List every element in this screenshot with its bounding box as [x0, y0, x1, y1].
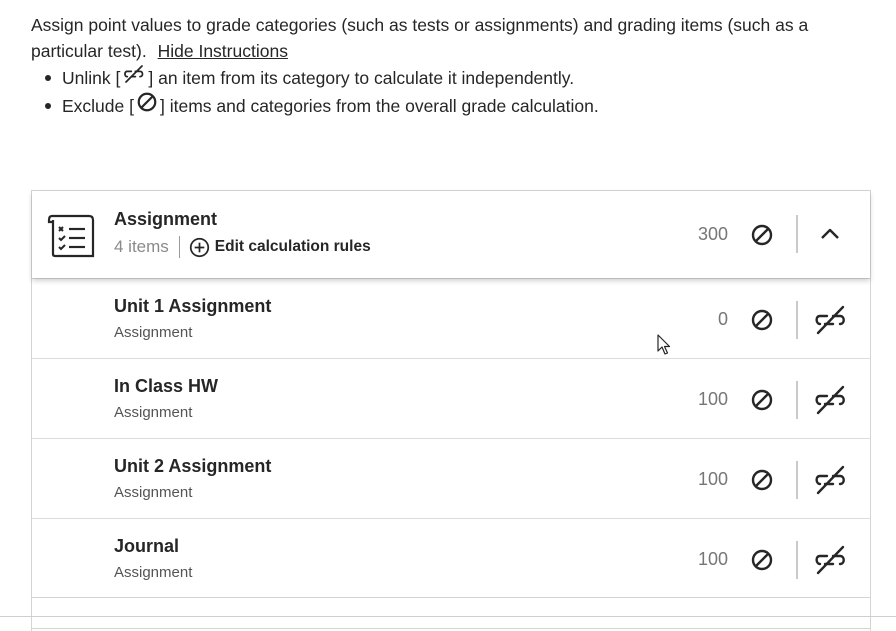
- category-subtitle: 4 items Edit calculation rules: [114, 236, 371, 258]
- category-item-count: 4 items: [114, 237, 169, 256]
- vertical-divider: [796, 381, 798, 419]
- unlink-icon[interactable]: [812, 304, 848, 336]
- page-bottom-border: [0, 616, 896, 617]
- vertical-divider: [796, 301, 798, 339]
- grade-item-type: Assignment: [114, 324, 193, 341]
- unlink-icon[interactable]: [812, 464, 848, 496]
- exclude-icon[interactable]: [750, 468, 774, 492]
- exclude-icon[interactable]: [750, 548, 774, 572]
- divider: [178, 236, 180, 258]
- category-header: Assignment 4 items Edit calculation rule…: [32, 191, 870, 278]
- grade-item-type: Assignment: [114, 564, 193, 581]
- grade-item-points[interactable]: 100: [698, 469, 728, 490]
- grade-item-points[interactable]: 100: [698, 389, 728, 410]
- bullet-unlink: Unlink [ ] an item from its category to …: [31, 64, 599, 92]
- unlink-icon[interactable]: [812, 544, 848, 576]
- bullet-unlink-prefix: Unlink [: [62, 68, 121, 88]
- grade-item-type: Assignment: [114, 404, 193, 421]
- vertical-divider: [796, 461, 798, 499]
- bullet-exclude-suffix: ] items and categories from the overall …: [159, 96, 599, 116]
- edit-calculation-rules-button[interactable]: Edit calculation rules: [189, 237, 371, 258]
- hide-instructions-link[interactable]: Hide Instructions: [158, 41, 288, 61]
- exclude-icon: [136, 91, 158, 121]
- grade-item-title: Unit 1 Assignment: [114, 296, 272, 316]
- instructions-bullets: Unlink [ ] an item from its category to …: [31, 64, 599, 120]
- instructions-body: Assign point values to grade categories …: [31, 15, 809, 61]
- checklist-icon: [47, 210, 97, 265]
- category-points[interactable]: 300: [698, 224, 728, 245]
- bullet-exclude-prefix: Exclude [: [62, 96, 134, 116]
- add-circle-icon: [189, 237, 209, 257]
- grade-item-title: In Class HW: [114, 376, 219, 396]
- vertical-divider: [796, 541, 798, 579]
- next-category-partial: [31, 597, 871, 629]
- exclude-icon[interactable]: [750, 388, 774, 412]
- grade-item-points[interactable]: 100: [698, 549, 728, 570]
- grade-item-points[interactable]: 0: [718, 309, 728, 330]
- exclude-icon[interactable]: [750, 308, 774, 332]
- edit-calculation-rules-label: Edit calculation rules: [214, 238, 371, 255]
- bullet-unlink-suffix: ] an item from its category to calculate…: [148, 68, 575, 88]
- chevron-up-icon[interactable]: [818, 222, 842, 246]
- mouse-cursor-icon: [657, 334, 671, 361]
- category-title: Assignment: [114, 209, 218, 229]
- bullet-dot: [45, 75, 51, 81]
- grade-item-row: Unit 2 Assignment Assignment 100: [32, 438, 870, 518]
- grade-item-title: Journal: [114, 536, 180, 556]
- unlink-icon[interactable]: [812, 384, 848, 416]
- grade-category-panel: Assignment 4 items Edit calculation rule…: [31, 190, 871, 631]
- instructions-text: Assign point values to grade categories …: [31, 12, 851, 64]
- bullet-dot: [45, 103, 51, 109]
- grade-item-row: Journal Assignment 100: [32, 518, 870, 598]
- exclude-icon[interactable]: [750, 223, 774, 247]
- unlink-icon: [122, 63, 146, 93]
- grade-item-row: In Class HW Assignment 100: [32, 358, 870, 438]
- grade-item-title: Unit 2 Assignment: [114, 456, 272, 476]
- grade-item-type: Assignment: [114, 484, 193, 501]
- vertical-divider: [796, 215, 798, 253]
- grade-item-row: Unit 1 Assignment Assignment 0: [32, 278, 870, 358]
- bullet-exclude: Exclude [ ] items and categories from th…: [31, 92, 599, 120]
